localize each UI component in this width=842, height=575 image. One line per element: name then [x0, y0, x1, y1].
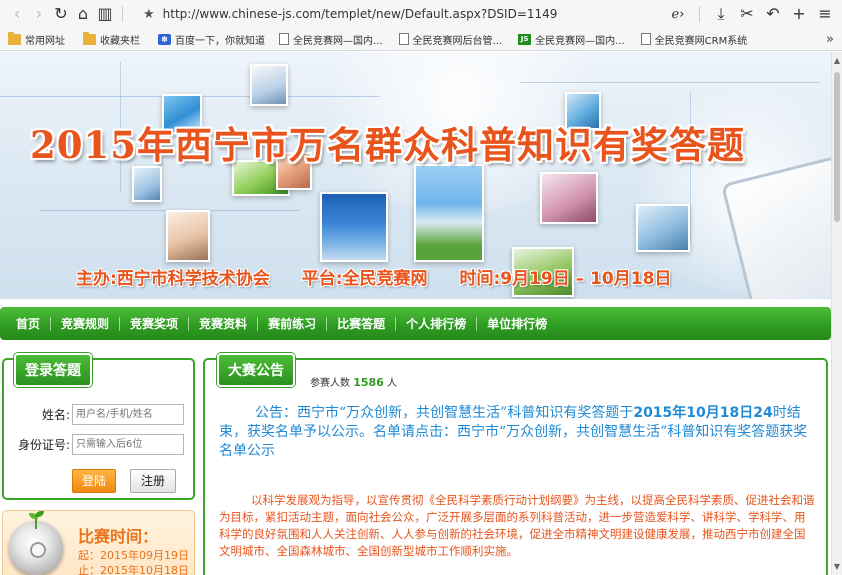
announcement-panel-title: 大赛公告: [217, 353, 295, 387]
period-text: 时间:9月19日 – 10月18日: [459, 269, 672, 289]
forward-icon[interactable]: ›: [28, 3, 50, 25]
banner-title: 2015年西宁市万名群众科普知识有奖答题: [30, 123, 745, 167]
bookmark-item[interactable]: 全民竞赛网CRM系统: [640, 32, 747, 47]
bookmarks-bar: 常用网址 收藏夹栏 ✽ 百度一下，你就知道 全民竞赛网—国内... 全民竞赛网后台…: [0, 28, 842, 51]
document-icon: [279, 33, 289, 45]
toolbar-divider: [699, 6, 700, 22]
id-row: 身份证号:: [10, 434, 184, 455]
bookmark-item[interactable]: 收藏夹栏: [83, 31, 140, 47]
scrollbar-thumb[interactable]: [834, 72, 840, 222]
nav-materials[interactable]: 竞赛资料: [189, 316, 259, 331]
document-icon: [398, 33, 409, 45]
scroll-up-arrow-icon[interactable]: ▲: [833, 56, 841, 65]
announcement-date: 2015年10月18日24: [633, 405, 773, 421]
nav-practice[interactable]: 赛前练习: [258, 316, 328, 331]
download-icon[interactable]: ⤓: [710, 3, 732, 25]
name-input[interactable]: [72, 404, 184, 425]
register-button[interactable]: 注册: [130, 469, 176, 493]
nav-home[interactable]: 首页: [0, 316, 52, 331]
toolbar-divider: [122, 6, 123, 22]
favorite-star-icon[interactable]: ★: [143, 7, 155, 22]
nav-unit-ranking[interactable]: 单位排行榜: [477, 317, 557, 331]
time-title: 比赛时间：: [78, 527, 159, 546]
name-row: 姓名:: [10, 404, 184, 425]
name-label: 姓名:: [41, 408, 70, 422]
banner-photo: [414, 164, 484, 262]
folder-icon: [8, 31, 21, 45]
scroll-down-arrow-icon[interactable]: ▼: [833, 562, 841, 571]
menu-icon[interactable]: ≡: [814, 3, 836, 25]
banner-circuit-line: [520, 82, 820, 83]
cut-icon[interactable]: ✂: [736, 3, 758, 25]
banner-photo: [132, 166, 162, 202]
banner-photo: [250, 64, 288, 106]
address-bar[interactable]: http://www.chinese-js.com/templet/new/De…: [163, 7, 667, 21]
bookmark-item[interactable]: JS 全民竞赛网—国内...: [518, 32, 625, 47]
reading-view-icon[interactable]: ▥: [94, 3, 116, 25]
login-panel-title: 登录答题: [14, 353, 92, 387]
home-icon[interactable]: ⌂: [72, 3, 94, 25]
nav-awards[interactable]: 竞赛奖项: [120, 316, 190, 331]
banner-photo: [540, 172, 598, 224]
undo-icon[interactable]: ↶: [762, 3, 784, 25]
new-tab-icon[interactable]: +: [788, 3, 810, 25]
login-button[interactable]: 登陆: [72, 469, 116, 493]
more-bookmarks-icon[interactable]: »: [826, 32, 834, 47]
js-logo-icon: JS: [518, 33, 532, 45]
bookmark-item[interactable]: ✽ 百度一下，你就知道: [158, 32, 265, 47]
document-icon: [640, 33, 651, 45]
browser-toolbar: ‹ › ↻ ⌂ ▥ ★ http://www.chinese-js.com/te…: [0, 0, 842, 28]
announcement-link[interactable]: 公告：西宁市“万众创新，共创智慧生活”科普知识有奖答题于2015年10月18日2…: [219, 404, 815, 461]
participant-unit: 人: [387, 378, 397, 389]
ie-compat-icon[interactable]: ℯ›: [667, 3, 689, 25]
refresh-icon[interactable]: ↻: [50, 3, 72, 25]
baidu-paw-icon: ✽: [158, 33, 171, 45]
id-number-input[interactable]: [72, 434, 184, 455]
start-date: 起：2015年09月19日: [78, 549, 189, 562]
banner-subtitle: 主办:西宁市科学技术协会 平台:全民竞赛网 时间:9月19日 – 10月18日: [76, 264, 697, 289]
nav-rules[interactable]: 竞赛规则: [51, 316, 121, 331]
announcement-panel: 大赛公告 参赛人数 1586 人 公告：西宁市“万众创新，共创智慧生活”科普知识…: [203, 353, 828, 575]
end-date: 止：2015年10月18日: [78, 564, 189, 575]
id-number-label: 身份证号:: [17, 438, 70, 452]
nav-answer[interactable]: 比赛答题: [327, 316, 397, 331]
sprout-icon: [29, 511, 44, 531]
banner-photo: [320, 192, 388, 262]
back-icon[interactable]: ‹: [6, 3, 28, 25]
competition-time-panel: 比赛时间： 起：2015年09月19日 止：2015年10月18日: [2, 510, 195, 575]
bookmark-item[interactable]: 常用网址: [8, 31, 65, 47]
banner-photo: [166, 210, 210, 262]
bookmark-item[interactable]: 全民竞赛网后台管...: [398, 32, 502, 47]
bookmark-item[interactable]: 全民竞赛网—国内...: [279, 32, 383, 47]
organizer-text: 主办:西宁市科学技术协会: [76, 269, 270, 289]
folder-icon: [83, 31, 96, 45]
competition-description: 以科学发展观为指导，以宣传贯彻《全民科学素质行动计划纲要》为主线，以提高全民科学…: [219, 493, 815, 558]
page-scrollbar[interactable]: ▲ ▼: [831, 52, 842, 575]
participant-count: 参赛人数 1586 人: [310, 374, 397, 389]
page-viewport: 2015年西宁市万名群众科普知识有奖答题 主办:西宁市科学技术协会 平台:全民竞…: [0, 52, 831, 575]
platform-text: 平台:全民竞赛网: [301, 269, 428, 289]
nav-personal-ranking[interactable]: 个人排行榜: [396, 316, 478, 331]
main-nav: 首页 竞赛规则 竞赛奖项 竞赛资料 赛前练习 比赛答题 个人排行榜 单位排行榜: [0, 307, 831, 340]
announcement-text-start: 公告：西宁市“万众创新，共创智慧生活”科普知识有奖答题于: [255, 405, 634, 421]
participant-label: 参赛人数: [310, 378, 350, 389]
hero-banner: 2015年西宁市万名群众科普知识有奖答题 主办:西宁市科学技术协会 平台:全民竞…: [0, 52, 831, 299]
participant-number: 1586: [353, 376, 384, 389]
login-panel: 登录答题 姓名: 身份证号: 登陆 注册: [2, 353, 195, 500]
banner-photo: [636, 204, 690, 252]
